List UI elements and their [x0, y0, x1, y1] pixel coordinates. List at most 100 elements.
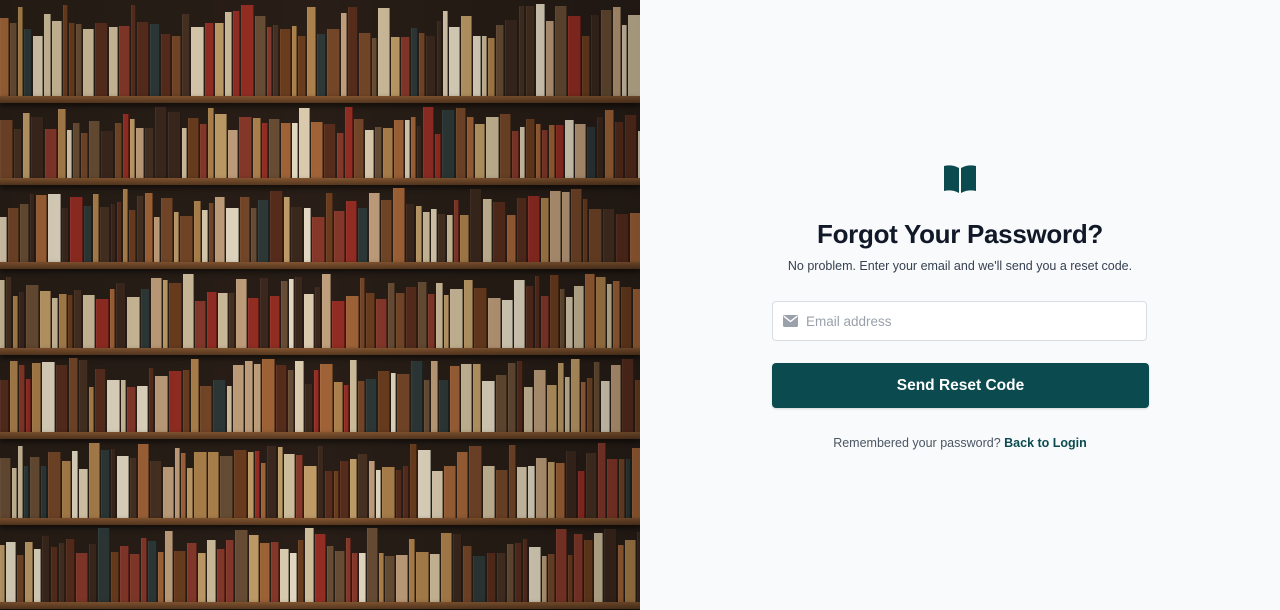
book-spine: [89, 443, 100, 518]
book-spine: [258, 200, 269, 262]
book-spine: [220, 456, 233, 518]
book-spine: [26, 379, 31, 432]
book-spine: [488, 38, 495, 96]
book-spine: [289, 279, 294, 348]
book-spine: [366, 293, 375, 348]
book-spine: [437, 21, 442, 96]
book-spine: [550, 191, 561, 262]
book-spine: [375, 127, 382, 178]
book-spine: [566, 297, 573, 348]
book-spine: [255, 451, 260, 518]
book-spine: [191, 359, 199, 432]
book-spine: [574, 286, 584, 348]
book-spine: [96, 299, 109, 348]
book-spine: [596, 277, 606, 348]
book-spine: [397, 374, 410, 432]
book-spine: [200, 124, 207, 178]
email-field[interactable]: [772, 301, 1147, 341]
send-reset-code-button[interactable]: Send Reset Code: [772, 363, 1149, 408]
book-spine: [79, 360, 88, 432]
book-spine: [299, 108, 310, 178]
book-spine: [428, 294, 435, 348]
book-spine: [226, 540, 234, 602]
book-spine: [630, 213, 640, 262]
book-spine: [262, 123, 268, 178]
book-spine: [276, 365, 287, 432]
book-spine: [453, 534, 462, 602]
book-spine: [581, 382, 586, 432]
book-spine: [334, 211, 345, 262]
book-spine: [74, 290, 82, 348]
book-spine: [23, 113, 30, 178]
book-spine: [174, 212, 179, 262]
book-spine: [155, 376, 168, 432]
book-spine: [0, 217, 7, 262]
book-spine: [394, 120, 404, 178]
book-spine: [517, 361, 523, 432]
book-spine: [601, 381, 610, 432]
book-spine: [597, 117, 604, 178]
book-spine: [534, 370, 546, 432]
book-spine: [418, 282, 427, 348]
email-input[interactable]: [806, 302, 1141, 340]
book-spine: [150, 24, 160, 96]
book-spine: [291, 207, 303, 262]
book-spine: [163, 280, 168, 348]
book-spine: [48, 194, 61, 262]
book-spine: [165, 531, 173, 602]
open-book-icon: [944, 165, 976, 193]
book-spine: [295, 361, 304, 432]
book-spine: [542, 130, 548, 178]
book-spine: [536, 458, 547, 518]
book-spine: [410, 444, 417, 518]
book-spine: [411, 361, 423, 432]
book-spine: [89, 544, 97, 602]
book-spine: [30, 457, 40, 518]
book-spine: [13, 296, 18, 348]
book-spine: [496, 25, 504, 96]
book-spine: [546, 21, 554, 96]
book-spine: [381, 200, 392, 262]
book-spine: [358, 208, 368, 262]
back-to-login-link[interactable]: Back to Login: [1004, 436, 1087, 450]
book-spine: [72, 451, 78, 518]
book-spine: [470, 189, 482, 262]
book-spine: [616, 214, 629, 262]
book-spine: [496, 375, 507, 432]
book-spine: [149, 368, 154, 432]
book-spine: [528, 196, 540, 262]
book-spine: [369, 461, 375, 518]
book-spine: [240, 197, 250, 262]
book-spine: [271, 542, 279, 602]
shelf-plank: [0, 518, 640, 525]
book-spine: [441, 533, 452, 602]
book-spine: [261, 463, 266, 518]
book-spine: [431, 361, 438, 432]
book-spine: [488, 298, 501, 348]
book-spine: [352, 553, 358, 602]
book-spine: [382, 467, 395, 518]
envelope-icon: [783, 315, 798, 327]
book-spine: [32, 363, 41, 432]
book-spine: [109, 27, 118, 96]
book-spine: [120, 546, 129, 602]
book-spine: [253, 118, 261, 178]
book-spine: [473, 364, 481, 432]
book-spine: [0, 18, 9, 96]
book-spine: [502, 300, 513, 348]
book-spine: [360, 278, 365, 348]
book-spine: [100, 207, 110, 262]
book-spine: [464, 280, 473, 348]
book-spine: [436, 283, 443, 348]
book-spine: [227, 386, 232, 432]
book-spine: [41, 466, 47, 518]
book-spine: [248, 298, 259, 348]
book-spine: [161, 34, 171, 96]
book-spine: [496, 470, 508, 518]
book-spine: [241, 5, 254, 96]
book-spine: [24, 466, 29, 518]
book-spine: [181, 453, 186, 518]
book-spine: [89, 121, 100, 178]
book-spine: [187, 543, 197, 602]
book-spine: [411, 28, 418, 96]
